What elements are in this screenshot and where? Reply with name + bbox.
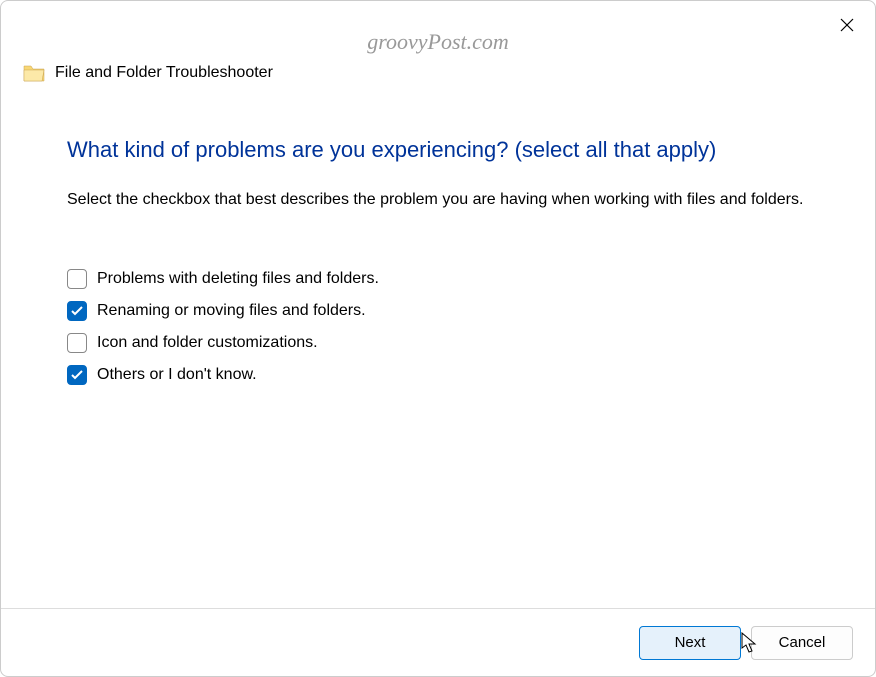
dialog-footer: Next Cancel xyxy=(1,608,875,676)
option-label[interactable]: Renaming or moving files and folders. xyxy=(97,302,366,320)
checkbox-icons[interactable] xyxy=(67,333,87,353)
checkbox-renaming[interactable] xyxy=(67,301,87,321)
close-icon xyxy=(840,18,854,32)
next-button[interactable]: Next xyxy=(639,626,741,660)
checkbox-others[interactable] xyxy=(67,365,87,385)
check-icon xyxy=(71,306,83,316)
cancel-button[interactable]: Cancel xyxy=(751,626,853,660)
page-heading: What kind of problems are you experienci… xyxy=(67,137,809,163)
dialog-header: File and Folder Troubleshooter xyxy=(1,1,875,83)
options-list: Problems with deleting files and folders… xyxy=(67,269,809,385)
folder-icon xyxy=(23,63,45,83)
option-label[interactable]: Others or I don't know. xyxy=(97,366,257,384)
option-renaming: Renaming or moving files and folders. xyxy=(67,301,809,321)
close-button[interactable] xyxy=(837,15,857,35)
option-others: Others or I don't know. xyxy=(67,365,809,385)
troubleshooter-dialog: groovyPost.com File and Folder Troublesh… xyxy=(0,0,876,677)
option-label[interactable]: Problems with deleting files and folders… xyxy=(97,270,379,288)
option-deleting: Problems with deleting files and folders… xyxy=(67,269,809,289)
dialog-title: File and Folder Troubleshooter xyxy=(55,64,273,82)
option-icons: Icon and folder customizations. xyxy=(67,333,809,353)
option-label[interactable]: Icon and folder customizations. xyxy=(97,334,318,352)
page-description: Select the checkbox that best describes … xyxy=(67,189,809,211)
checkbox-deleting[interactable] xyxy=(67,269,87,289)
dialog-content: What kind of problems are you experienci… xyxy=(1,83,875,385)
check-icon xyxy=(71,370,83,380)
